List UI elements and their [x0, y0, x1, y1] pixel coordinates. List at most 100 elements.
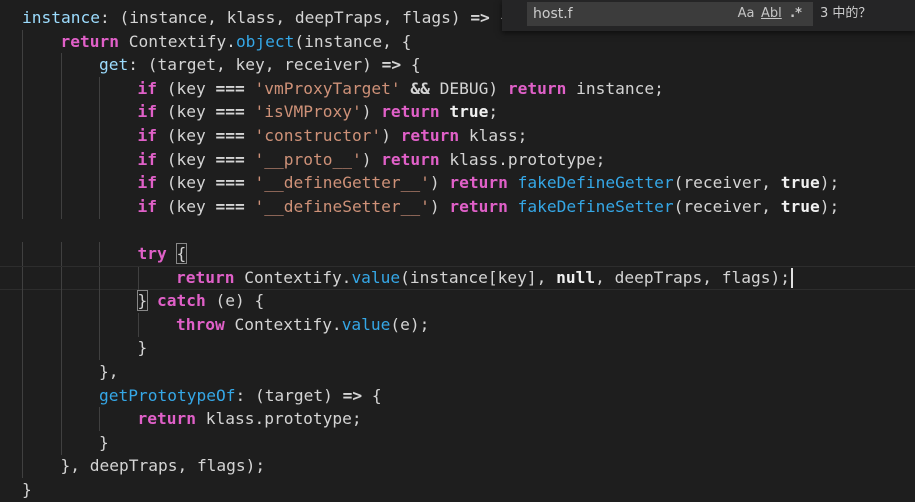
- code-token: }, deepTraps, flags);: [60, 456, 266, 476]
- indent-guide: [22, 29, 23, 54]
- code-line[interactable]: if (key === '__defineSetter__') return f…: [0, 194, 915, 219]
- code-token: : (target, key, receiver): [128, 55, 382, 75]
- code-line[interactable]: }, deepTraps, flags);: [0, 454, 915, 479]
- code-token: klass;: [459, 126, 528, 145]
- indent-guide: [60, 53, 62, 78]
- code-token: ;: [488, 102, 499, 122]
- code-text: return Contextify.object(instance, {: [61, 30, 412, 54]
- code-token: Contextify.: [224, 314, 342, 334]
- indent-guide: [99, 100, 100, 125]
- code-text: throw Contextify.value(e);: [176, 313, 429, 337]
- code-token: fakeDefineGetter: [517, 173, 674, 193]
- indent-guide: [22, 124, 23, 148]
- indent-guide: [137, 312, 139, 337]
- indent-guide: [60, 194, 62, 219]
- code-token: fakeDefineSetter: [517, 196, 674, 216]
- code-token: (key: [157, 78, 216, 98]
- code-token: ===: [215, 149, 245, 169]
- code-token: if: [137, 196, 158, 216]
- code-line[interactable]: return Contextify.object(instance, {: [0, 29, 915, 54]
- code-token: catch: [157, 291, 206, 311]
- text-caret: [791, 268, 794, 289]
- indent-guide: [99, 147, 100, 172]
- code-line[interactable]: if (key === 'constructor') return klass;: [0, 124, 915, 148]
- indent-guide: [99, 194, 100, 219]
- code-text: return klass.prototype;: [138, 407, 362, 431]
- code-line[interactable]: if (key === 'vmProxyTarget' && DEBUG) re…: [0, 76, 915, 101]
- code-token: throw: [176, 314, 225, 334]
- whole-word-toggle[interactable]: Abl: [761, 4, 782, 24]
- code-token: ): [361, 149, 382, 169]
- code-line[interactable]: } catch (e) {: [0, 289, 915, 314]
- indent-guide: [60, 430, 62, 455]
- code-line[interactable]: if (key === 'isVMProxy') return true;: [0, 100, 915, 125]
- code-line[interactable]: getPrototypeOf: (target) => {: [0, 383, 915, 408]
- code-text: if (key === 'vmProxyTarget' && DEBUG) re…: [138, 77, 664, 101]
- code-token: {: [175, 243, 188, 264]
- code-line[interactable]: }: [0, 478, 915, 502]
- indent-guide: [137, 266, 139, 291]
- code-token: if: [137, 126, 158, 145]
- code-text: try {: [138, 242, 188, 266]
- code-line[interactable]: }: [0, 430, 915, 455]
- code-line[interactable]: return Contextify.value(instance[key], n…: [0, 265, 915, 291]
- code-text: if (key === '__defineSetter__') return f…: [138, 195, 840, 219]
- indent-guide: [99, 242, 100, 266]
- indent-guide: [60, 360, 62, 384]
- code-line[interactable]: try {: [0, 242, 915, 266]
- code-token: ): [381, 126, 401, 145]
- code-line[interactable]: return klass.prototype;: [0, 407, 915, 432]
- code-token: klass.prototype;: [439, 149, 606, 169]
- code-token: (key: [157, 196, 216, 216]
- indent-guide: [60, 289, 62, 314]
- code-token: (instance, {: [294, 31, 412, 51]
- code-token: : (target): [235, 385, 343, 405]
- indent-guide: [22, 407, 23, 432]
- code-token: ): [429, 196, 450, 216]
- code-token: instance: [22, 8, 100, 27]
- match-count: 3 中的？: [820, 6, 872, 21]
- indent-guide: [60, 266, 62, 291]
- code-token: 'isVMProxy': [254, 102, 362, 122]
- code-token: , deepTraps, flags);: [595, 267, 791, 287]
- code-line[interactable]: if (key === '__defineGetter__') return f…: [0, 171, 915, 196]
- indent-guide: [60, 407, 62, 432]
- code-token: },: [99, 362, 119, 381]
- code-token: 'vmProxyTarget': [254, 78, 401, 98]
- code-token: return: [137, 409, 196, 429]
- code-text: instance: (instance, klass, deepTraps, f…: [22, 6, 509, 30]
- code-line[interactable]: }: [0, 336, 915, 361]
- indent-guide: [22, 194, 23, 219]
- code-token: return: [176, 267, 235, 287]
- indent-guide: [60, 76, 62, 101]
- code-token: {: [401, 55, 421, 75]
- code-token: return: [449, 173, 508, 193]
- code-token: klass.prototype;: [195, 409, 362, 429]
- indent-guide: [22, 360, 23, 384]
- code-token: return: [449, 196, 508, 216]
- match-case-toggle[interactable]: Aa: [736, 4, 756, 24]
- code-token: (key: [157, 149, 216, 169]
- code-token: 'constructor': [254, 126, 382, 145]
- indent-guide: [22, 454, 23, 479]
- code-token: getPrototypeOf: [99, 385, 236, 405]
- indent-guide: [60, 312, 62, 337]
- code-line[interactable]: if (key === '__proto__') return klass.pr…: [0, 147, 915, 172]
- code-token: instance;: [566, 78, 664, 98]
- code-token: ===: [215, 126, 245, 145]
- code-line[interactable]: get: (target, key, receiver) => {: [0, 53, 915, 78]
- code-token: true: [780, 173, 820, 193]
- code-line[interactable]: },: [0, 360, 915, 384]
- code-token: (receiver,: [673, 173, 781, 193]
- code-line[interactable]: throw Contextify.value(e);: [0, 312, 915, 337]
- code-editor[interactable]: instance: (instance, klass, deepTraps, f…: [0, 0, 915, 499]
- code-text: if (key === 'isVMProxy') return true;: [138, 100, 499, 124]
- code-token: Contextify.: [118, 31, 236, 51]
- code-line[interactable]: [0, 218, 915, 242]
- regex-toggle[interactable]: .*: [787, 4, 805, 24]
